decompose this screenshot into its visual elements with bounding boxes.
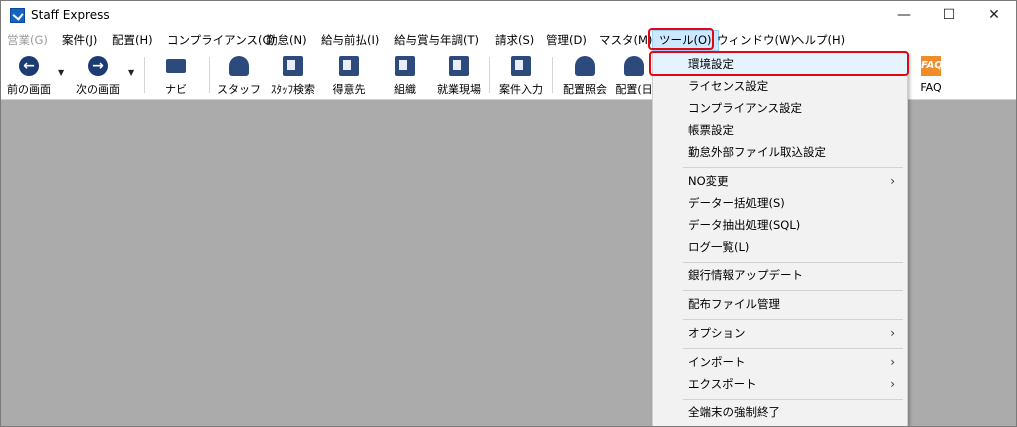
menu-advance-pay[interactable]: 給与前払(I) [321,30,379,51]
worksite-button[interactable]: 就業現場 [433,54,485,96]
menu-placement[interactable]: 配置(H) [112,30,153,51]
back-history-dropdown-icon[interactable]: ▼ [58,68,64,77]
menu-item-bank-info-update[interactable]: 銀行情報アップデート [653,265,907,286]
toolbar-separator [489,57,490,93]
submenu-arrow-icon: › [890,174,895,188]
menu-item-no-change[interactable]: NO変更 › [653,171,907,192]
job-entry-button[interactable]: 案件入力 [493,54,549,96]
menu-separator [683,319,903,320]
worksite-icon [449,56,469,76]
menu-bar: 営業(G) 案件(J) 配置(H) コンプライアンス(C) 勤怠(N) 給与前払… [1,30,1016,51]
app-window: Staff Express — ☐ ✕ 営業(G) 案件(J) 配置(H) コン… [0,0,1017,427]
menu-item-attendance-import-settings[interactable]: 勤怠外部ファイル取込設定 [653,142,907,163]
menu-separator [683,399,903,400]
menu-item-import[interactable]: インポート › [653,352,907,373]
menu-master[interactable]: マスタ(M) [599,30,652,51]
menu-item-log-list[interactable]: ログ一覧(L) [653,237,907,258]
submenu-arrow-icon: › [890,355,895,369]
placement-daily-icon [624,56,644,76]
building-icon [339,56,359,76]
navi-button[interactable]: ナビ [151,54,201,96]
organization-button[interactable]: 組織 [379,54,431,96]
menu-payroll[interactable]: 給与賞与年調(T) [394,30,479,51]
back-button[interactable]: ← 前の画面 [3,54,55,96]
menu-admin[interactable]: 管理(D) [546,30,587,51]
maximize-button[interactable]: ☐ [926,1,972,30]
arrow-right-icon: → [88,56,108,76]
submenu-arrow-icon: › [890,326,895,340]
job-entry-icon [511,56,531,76]
menu-sales[interactable]: 営業(G) [7,30,48,51]
app-logo-icon [10,8,25,23]
toolbar-separator [144,57,145,93]
arrow-left-icon: ← [19,56,39,76]
toolbar-separator [209,57,210,93]
menu-billing[interactable]: 請求(S) [495,30,534,51]
menu-item-options[interactable]: オプション › [653,323,907,344]
menu-item-license-settings[interactable]: ライセンス設定 [653,76,907,97]
staff-icon [229,56,249,76]
window-title: Staff Express [31,8,110,22]
minimize-button[interactable]: — [881,1,927,30]
faq-icon: FAQ [921,56,943,76]
menu-item-export[interactable]: エクスポート › [653,374,907,395]
tools-dropdown-menu: 環境設定 ライセンス設定 コンプライアンス設定 帳票設定 勤怠外部ファイル取込設… [652,52,908,426]
menu-separator [683,167,903,168]
staff-button[interactable]: スタッフ [215,54,263,96]
menu-item-distribution-files[interactable]: 配布ファイル管理 [653,294,907,315]
menu-item-data-extraction-sql[interactable]: データ抽出処理(SQL) [653,215,907,236]
menu-item-form-settings[interactable]: 帳票設定 [653,120,907,141]
forward-button[interactable]: → 次の画面 [71,54,125,96]
menu-item-force-terminate-all[interactable]: 全端末の強制終了 [653,402,907,423]
menu-item-bulk-processing[interactable]: データー括処理(S) [653,193,907,214]
client-button[interactable]: 得意先 [323,54,375,96]
staff-search-icon [283,56,303,76]
organization-icon [395,56,415,76]
menu-item-compliance-settings[interactable]: コンプライアンス設定 [653,98,907,119]
menu-help[interactable]: ヘルプ(H) [793,30,845,51]
placement-daily-button[interactable]: 配置(日 [615,54,653,96]
faq-button[interactable]: FAQ FAQ [909,54,953,96]
menu-jobs[interactable]: 案件(J) [62,30,97,51]
submenu-arrow-icon: › [890,377,895,391]
menu-separator [683,290,903,291]
menu-compliance[interactable]: コンプライアンス(C) [167,30,275,51]
menu-window[interactable]: ウィンドウ(W) [717,30,795,51]
toolbar-separator [552,57,553,93]
forward-history-dropdown-icon[interactable]: ▼ [128,68,134,77]
title-bar: Staff Express — ☐ ✕ [1,1,1016,30]
menu-separator [683,262,903,263]
placement-inquiry-button[interactable]: 配置照会 [557,54,613,96]
menu-attendance[interactable]: 勤怠(N) [266,30,307,51]
highlight-tools-menu [648,28,714,50]
placement-icon [575,56,595,76]
staff-search-button[interactable]: ｽﾀｯﾌ検索 [265,54,321,96]
keyboard-icon [166,59,186,73]
menu-separator [683,348,903,349]
close-button[interactable]: ✕ [971,1,1016,30]
highlight-environment-settings [649,51,909,76]
